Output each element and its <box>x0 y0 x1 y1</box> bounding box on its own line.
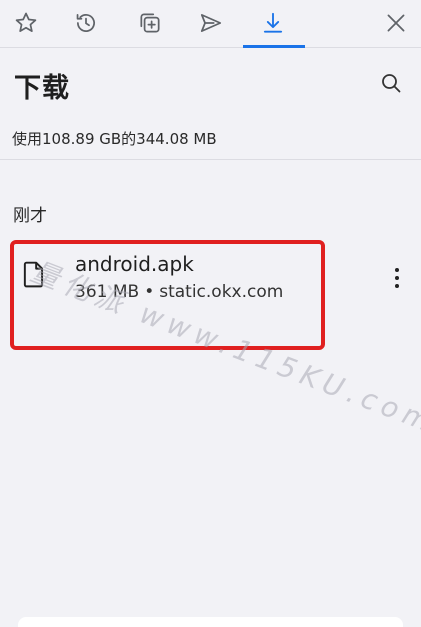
tab-bookmarks[interactable] <box>0 0 52 46</box>
search-icon <box>382 74 401 93</box>
history-icon <box>76 14 95 32</box>
page-title: 下载 <box>14 73 70 104</box>
send-icon <box>200 14 222 32</box>
star-icon <box>15 12 37 32</box>
active-tab-indicator <box>243 45 305 48</box>
add-tab-icon <box>140 13 160 33</box>
more-dot <box>395 276 399 280</box>
tab-history[interactable] <box>60 0 112 46</box>
storage-info: 使用108.89 GB的344.08 MB <box>12 130 217 148</box>
highlight-box <box>10 240 325 350</box>
tab-add[interactable] <box>124 0 176 46</box>
more-dot <box>395 268 399 272</box>
close-button[interactable] <box>370 0 421 46</box>
bottom-card <box>18 617 403 627</box>
tab-downloads[interactable] <box>247 0 299 46</box>
tab-send[interactable] <box>185 0 237 46</box>
tab-bar <box>0 0 421 48</box>
more-dot <box>395 284 399 288</box>
divider <box>0 159 421 160</box>
close-icon <box>387 14 405 32</box>
download-icon <box>263 12 283 33</box>
more-options-button[interactable] <box>387 262 407 294</box>
downloads-panel: 下载 使用108.89 GB的344.08 MB 刚才 android.apk … <box>0 0 421 627</box>
search-button[interactable] <box>376 68 406 98</box>
section-label: 刚才 <box>13 206 47 226</box>
